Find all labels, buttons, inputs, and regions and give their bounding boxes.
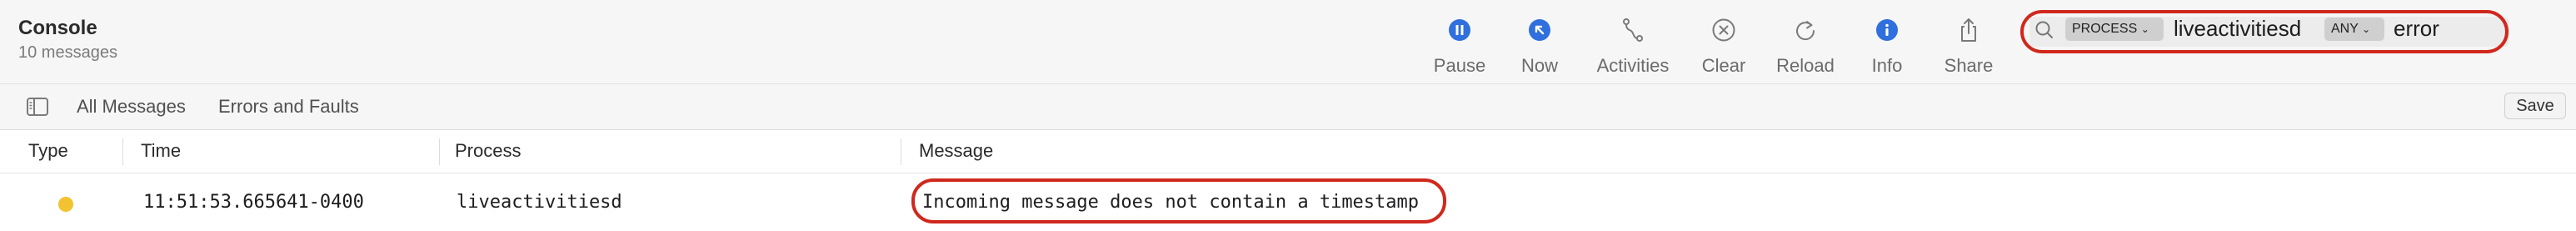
warning-type-dot-icon [58, 197, 73, 212]
clear-button[interactable]: Clear [1678, 13, 1770, 77]
column-divider[interactable] [439, 138, 440, 165]
filter-errors-and-faults[interactable]: Errors and Faults [218, 96, 359, 118]
reload-label: Reload [1776, 55, 1835, 76]
jump-to-now-icon [1529, 19, 1550, 41]
column-header-message[interactable]: Message [919, 140, 993, 162]
share-button[interactable]: Share [1923, 13, 2014, 77]
page-title: Console [18, 17, 97, 39]
message-highlight-annotation [911, 178, 1446, 223]
search-highlight-annotation [2020, 10, 2509, 53]
toolbar: Console 10 messages Pause Now Activities… [0, 0, 2576, 83]
sidebar-toggle-icon[interactable] [27, 98, 48, 116]
share-label: Share [1944, 55, 1994, 76]
column-header-type[interactable]: Type [28, 140, 68, 162]
title-block: Console 10 messages [18, 17, 117, 63]
clear-label: Clear [1701, 55, 1746, 76]
column-header-time[interactable]: Time [141, 140, 181, 162]
reload-button[interactable]: Reload [1760, 13, 1851, 77]
message-count: 10 messages [18, 43, 117, 62]
pause-button[interactable]: Pause [1414, 13, 1505, 77]
pause-label: Pause [1433, 55, 1486, 76]
clear-icon [1712, 18, 1735, 42]
info-label: Info [1871, 55, 1903, 76]
column-divider[interactable] [122, 138, 123, 165]
now-button[interactable]: Now [1494, 13, 1585, 77]
column-header-process[interactable]: Process [455, 140, 521, 162]
info-icon [1876, 19, 1898, 41]
reload-icon [1796, 21, 1815, 41]
table-header: Type Time Process Message [0, 130, 2576, 173]
activities-icon [1623, 18, 1643, 42]
save-button[interactable]: Save [2504, 93, 2566, 119]
filter-bar: All Messages Errors and Faults Save [0, 83, 2576, 130]
activities-label: Activities [1596, 55, 1670, 76]
share-icon [1961, 18, 1976, 42]
row-time: 11:51:53.665641-0400 [143, 192, 364, 213]
activities-button[interactable]: Activities [1587, 13, 1679, 77]
table-row[interactable]: 11:51:53.665641-0400 liveactivitiesd Inc… [0, 173, 2576, 231]
row-process: liveactivitiesd [457, 192, 622, 213]
info-button[interactable]: Info [1841, 13, 1933, 77]
filter-all-messages[interactable]: All Messages [77, 96, 186, 118]
now-label: Now [1520, 55, 1558, 76]
pause-icon [1449, 19, 1470, 41]
